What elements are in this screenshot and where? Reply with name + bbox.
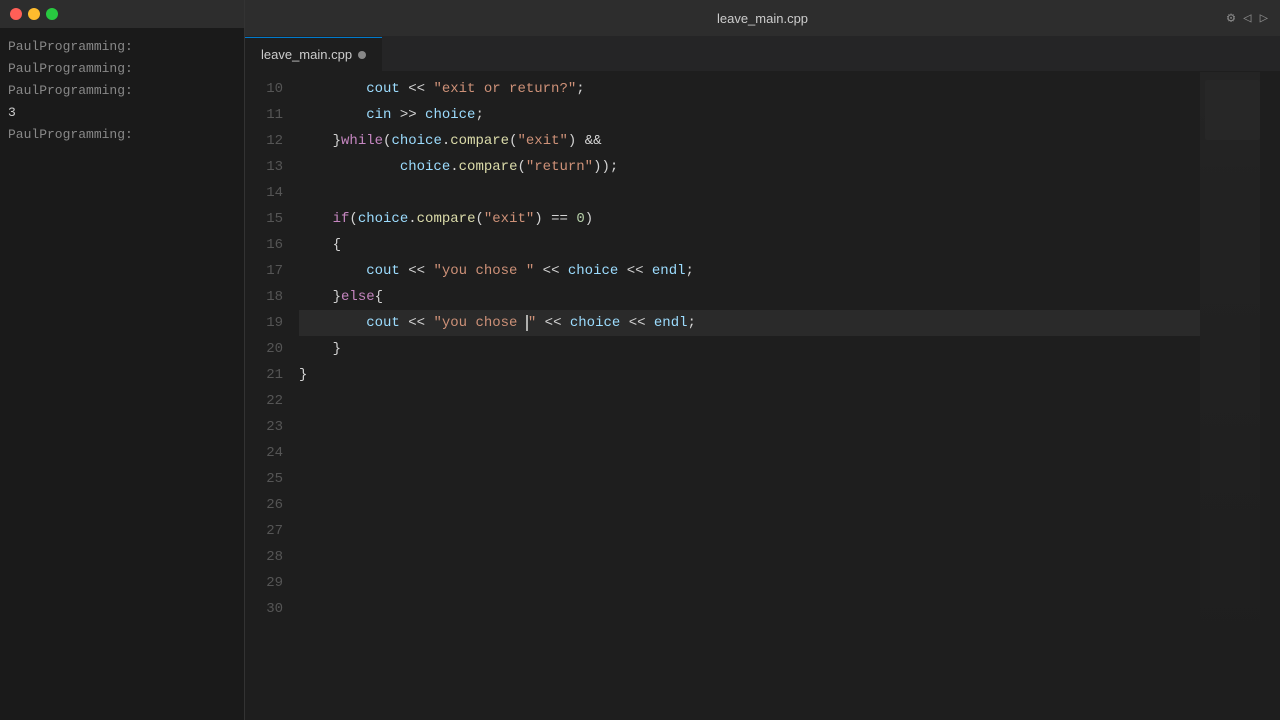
code-line-19: cout << "you chose " << choice << endl; <box>299 310 1200 336</box>
terminal-line: PaulProgramming: <box>4 36 240 58</box>
settings-icon[interactable]: ⚙ <box>1227 10 1235 27</box>
code-line-23 <box>299 414 1200 440</box>
code-line-25 <box>299 466 1200 492</box>
code-line-24 <box>299 440 1200 466</box>
code-line-17: cout << "you chose " << choice << endl; <box>299 258 1200 284</box>
code-line-16: { <box>299 232 1200 258</box>
terminal-content: PaulProgramming: PaulProgramming: PaulPr… <box>0 28 244 720</box>
code-line-28 <box>299 544 1200 570</box>
editor-titlebar: leave_main.cpp ⚙ ◁ ▷ <box>245 0 1280 36</box>
tab-leave-main[interactable]: leave_main.cpp <box>245 37 382 71</box>
nav-back-icon[interactable]: ◁ <box>1243 10 1251 27</box>
terminal-line: PaulProgramming: <box>4 80 240 102</box>
code-editor[interactable]: cout << "exit or return?"; cin >> choice… <box>295 72 1200 720</box>
terminal-panel: PaulProgramming: PaulProgramming: PaulPr… <box>0 0 245 720</box>
code-line-30 <box>299 596 1200 622</box>
terminal-titlebar <box>0 0 244 28</box>
code-area[interactable]: 10 11 12 13 14 15 16 17 18 19 20 21 22 2… <box>245 72 1280 720</box>
code-line-10: cout << "exit or return?"; <box>299 76 1200 102</box>
line-numbers: 10 11 12 13 14 15 16 17 18 19 20 21 22 2… <box>245 72 295 720</box>
terminal-line: 3 <box>4 102 240 124</box>
code-line-12: }while(choice.compare("exit") && <box>299 128 1200 154</box>
code-line-26 <box>299 492 1200 518</box>
tab-bar: leave_main.cpp <box>245 36 1280 72</box>
code-line-21: } <box>299 362 1200 388</box>
code-line-13: choice.compare("return")); <box>299 154 1200 180</box>
nav-forward-icon[interactable]: ▷ <box>1260 10 1268 27</box>
tab-modified-indicator <box>358 51 366 59</box>
editor-titlebar-right: ⚙ ◁ ▷ <box>1227 10 1268 27</box>
terminal-line: PaulProgramming: <box>4 58 240 80</box>
code-line-11: cin >> choice; <box>299 102 1200 128</box>
code-line-22 <box>299 388 1200 414</box>
code-line-18: }else{ <box>299 284 1200 310</box>
code-line-27 <box>299 518 1200 544</box>
code-line-29 <box>299 570 1200 596</box>
editor-title: leave_main.cpp <box>717 11 808 26</box>
terminal-line: PaulProgramming: <box>4 124 240 146</box>
code-line-14 <box>299 180 1200 206</box>
tab-label: leave_main.cpp <box>261 47 352 62</box>
code-line-20: } <box>299 336 1200 362</box>
minimize-button[interactable] <box>28 8 40 20</box>
editor-panel: leave_main.cpp ⚙ ◁ ▷ leave_main.cpp 10 1… <box>245 0 1280 720</box>
maximize-button[interactable] <box>46 8 58 20</box>
close-button[interactable] <box>10 8 22 20</box>
minimap <box>1200 72 1280 720</box>
code-line-15: if(choice.compare("exit") == 0) <box>299 206 1200 232</box>
